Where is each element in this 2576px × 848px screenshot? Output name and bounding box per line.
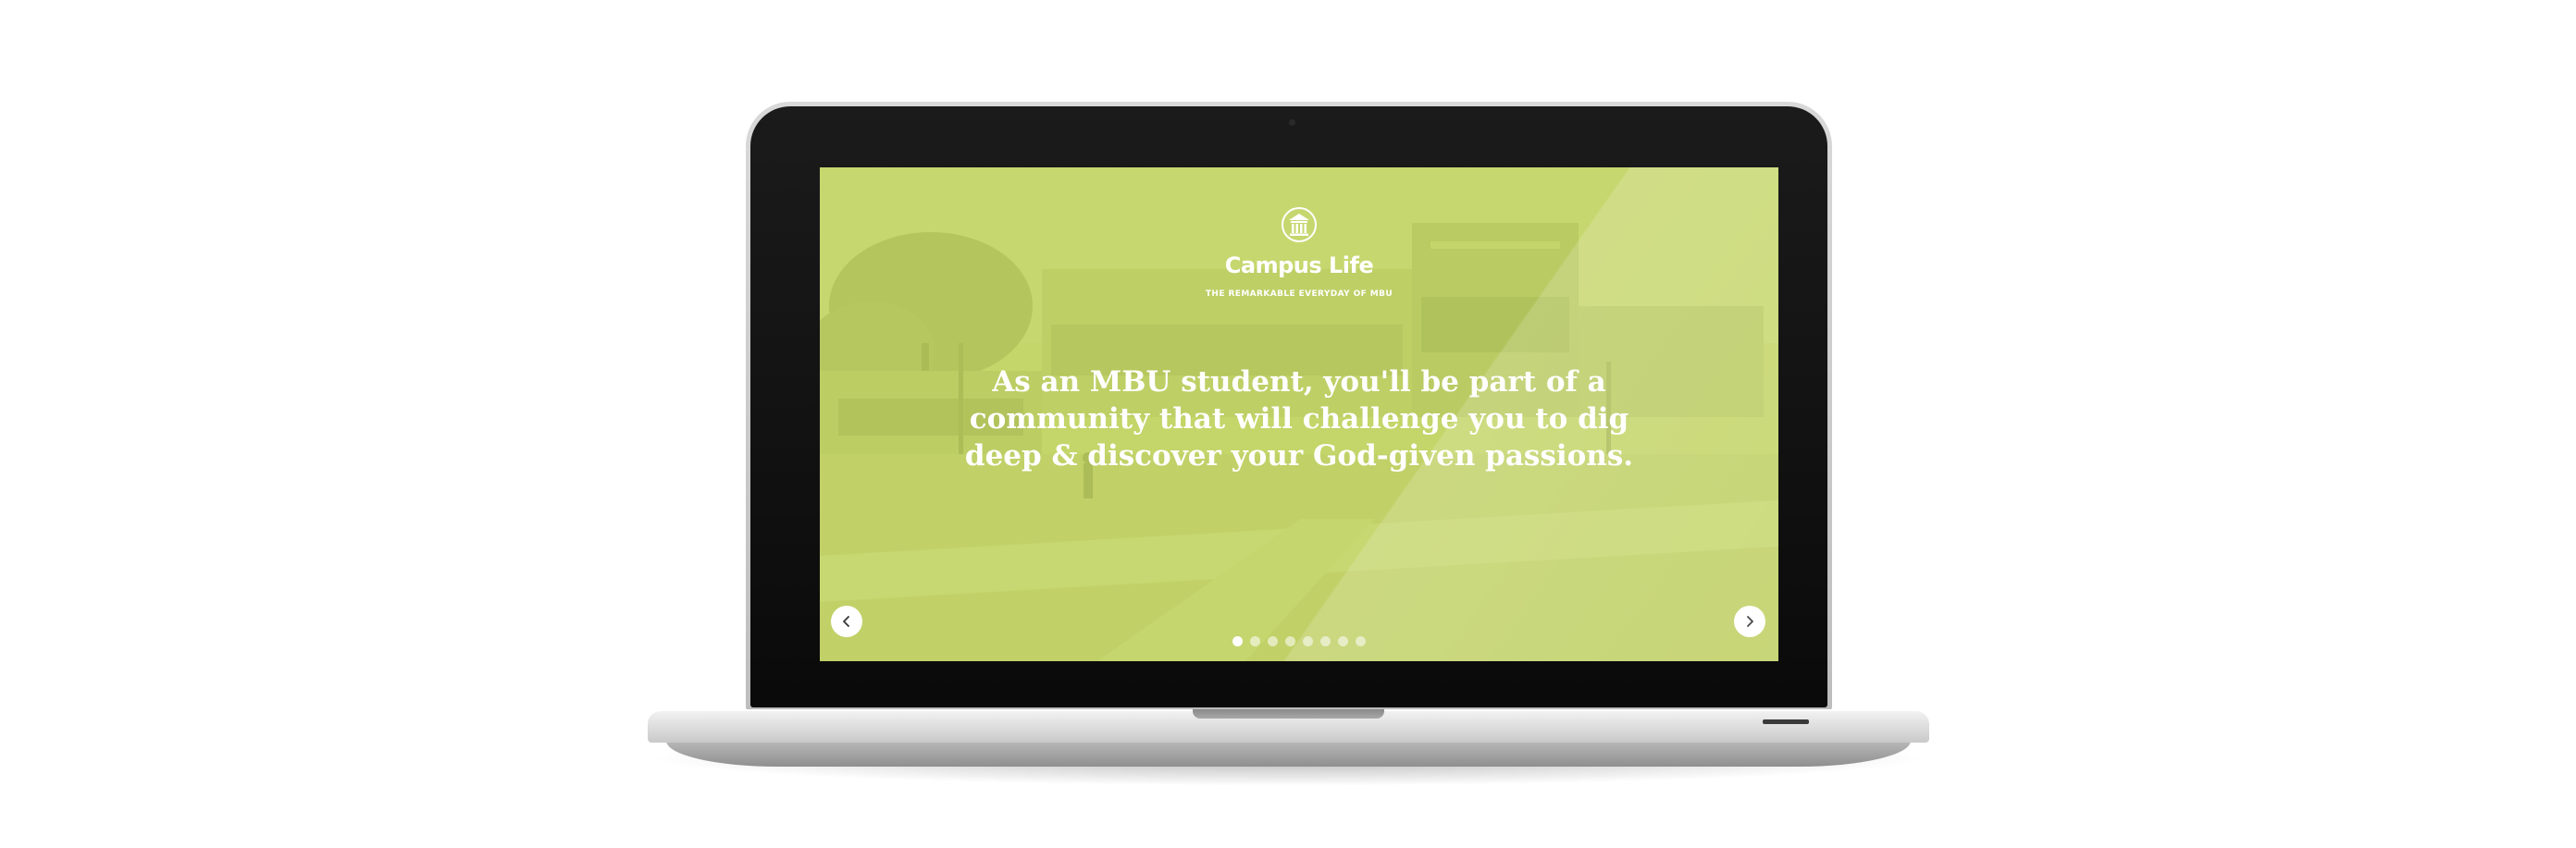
headline-line: As an MBU student, you'll be part of a (992, 365, 1606, 399)
carousel-dot-4[interactable] (1285, 636, 1295, 646)
laptop-mockup-stage: Campus Life THE REMARKABLE EVERYDAY OF M… (0, 0, 2576, 848)
carousel-next-button[interactable] (1734, 606, 1765, 637)
carousel-dot-5[interactable] (1303, 636, 1313, 646)
carousel-dot-6[interactable] (1320, 636, 1331, 646)
mbu-logo-icon (1282, 207, 1317, 242)
section-title: Campus Life (1224, 252, 1374, 278)
section-tagline: THE REMARKABLE EVERYDAY OF MBU (1205, 289, 1393, 299)
slide-headline: As an MBU student, you'll be part of a c… (959, 363, 1640, 474)
carousel-prev-button[interactable] (831, 606, 862, 637)
laptop-bezel: Campus Life THE REMARKABLE EVERYDAY OF M… (750, 106, 1827, 707)
headline-line: community that will challenge you to dig (969, 402, 1629, 436)
carousel-pagination (820, 636, 1778, 646)
slide-header: Campus Life THE REMARKABLE EVERYDAY OF M… (820, 206, 1778, 299)
chevron-right-icon (1747, 616, 1753, 627)
chevron-left-icon (843, 616, 849, 627)
laptop-lid: Campus Life THE REMARKABLE EVERYDAY OF M… (746, 102, 1832, 712)
webcam (1289, 119, 1295, 126)
carousel-dot-2[interactable] (1250, 636, 1260, 646)
laptop-lid-notch (1193, 709, 1384, 719)
laptop-base-underside (666, 741, 1911, 767)
sleep-indicator-light (1763, 719, 1809, 724)
headline-line: deep & discover your God-given passions. (964, 439, 1634, 473)
carousel-dot-3[interactable] (1268, 636, 1278, 646)
laptop-screen: Campus Life THE REMARKABLE EVERYDAY OF M… (820, 167, 1778, 661)
carousel-dot-8[interactable] (1356, 636, 1366, 646)
carousel-dot-7[interactable] (1338, 636, 1348, 646)
carousel-dot-1[interactable] (1232, 636, 1243, 646)
